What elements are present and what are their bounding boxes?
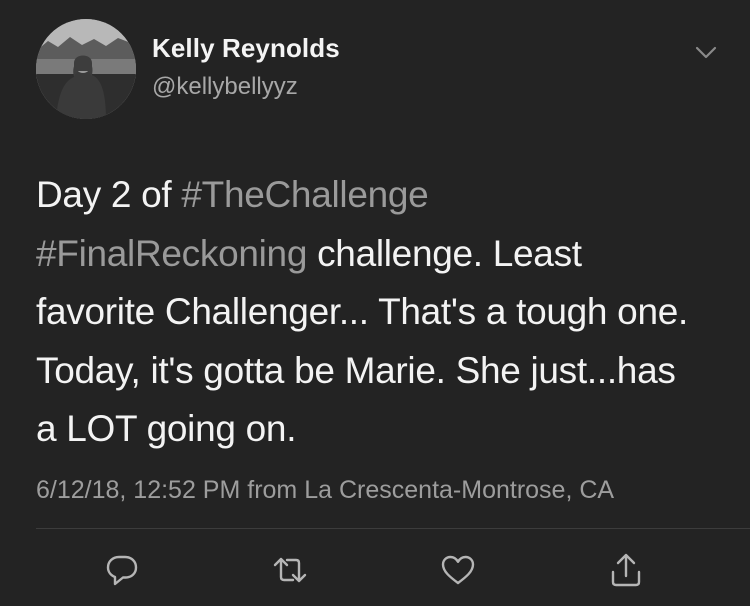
tweet-text-segment: favorite Challenger... That's a tough on… [36, 291, 688, 332]
divider [36, 528, 750, 529]
share-icon [611, 553, 641, 587]
avatar-photo [36, 19, 136, 119]
chevron-down-icon[interactable] [693, 40, 719, 66]
like-icon [441, 555, 475, 585]
tweet-detail: Kelly Reynolds @kellybellyyz Day 2 of #T… [0, 0, 750, 606]
tweet-line: favorite Challenger... That's a tough on… [36, 283, 726, 342]
tweet-text-segment: a LOT going on. [36, 408, 297, 449]
author-handle[interactable]: @kellybellyyz [152, 73, 298, 101]
retweet-icon [273, 557, 307, 583]
retweet-button[interactable] [270, 550, 310, 590]
tweet-text: Day 2 of #TheChallenge #FinalReckoning c… [36, 166, 726, 459]
author-name[interactable]: Kelly Reynolds [152, 33, 340, 64]
tweet-line: Today, it's gotta be Marie. She just...h… [36, 342, 726, 401]
tweet-text-segment: challenge. Least [307, 232, 582, 274]
hashtag-link[interactable]: #TheChallenge [181, 174, 428, 215]
reply-icon [106, 555, 138, 586]
tweet-meta: 6/12/18, 12:52 PM from La Crescenta-Mont… [36, 476, 614, 505]
from-label: from [240, 476, 305, 504]
tweet-line: #FinalReckoning challenge. Least [36, 225, 726, 284]
tweet-line: a LOT going on. [36, 400, 726, 459]
like-button[interactable] [438, 550, 478, 590]
timestamp: 6/12/18, 12:52 PM [36, 476, 241, 504]
share-button[interactable] [606, 550, 646, 590]
tweet-text-segment: Today, it's gotta be Marie. She just...h… [36, 349, 676, 391]
tweet-line: Day 2 of #TheChallenge [36, 166, 726, 225]
location-link[interactable]: La Crescenta-Montrose, CA [304, 476, 614, 504]
hashtag-link[interactable]: #FinalReckoning [36, 233, 307, 274]
reply-button[interactable] [102, 550, 142, 590]
avatar[interactable] [36, 19, 136, 119]
tweet-text-segment: Day 2 of [36, 174, 182, 215]
